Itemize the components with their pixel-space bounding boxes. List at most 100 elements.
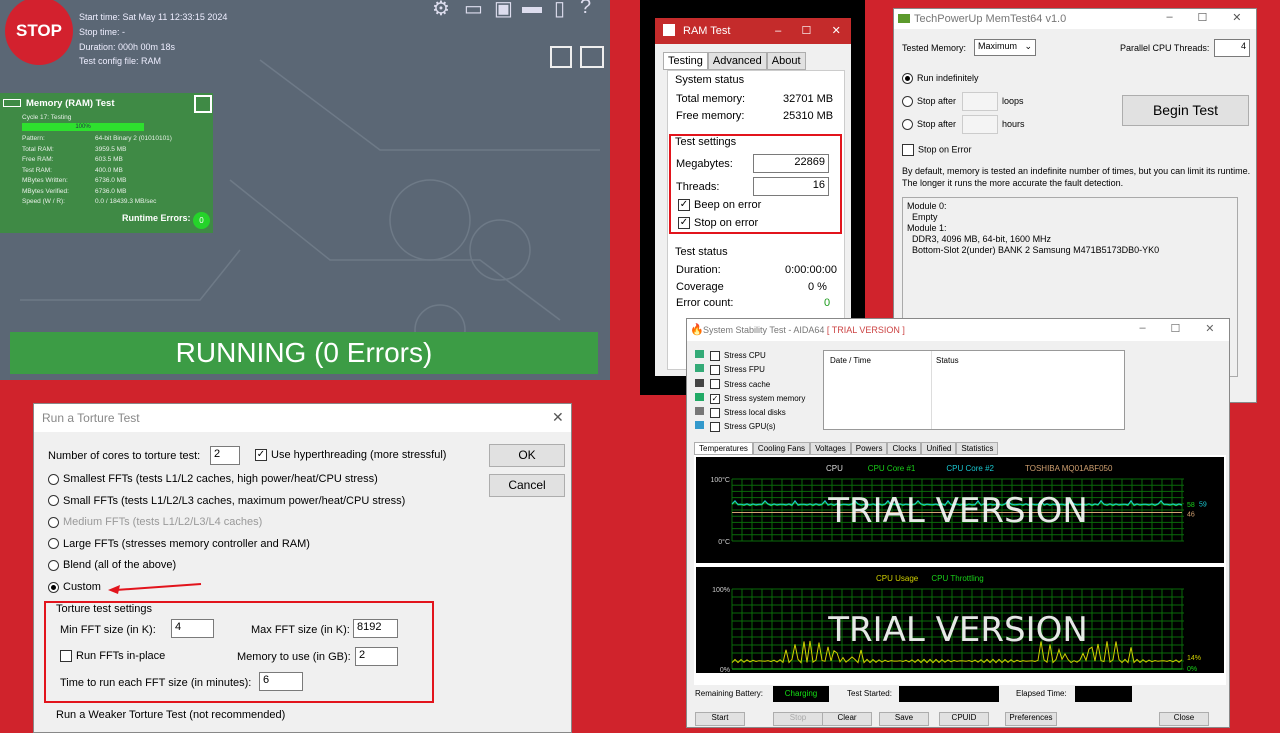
cpuid-button[interactable]: CPUID: [939, 712, 989, 726]
trial-watermark: TRIAL VERSION: [827, 491, 1088, 531]
minimize-icon[interactable]: –: [1166, 11, 1172, 24]
stat-value: 64-bit Binary 2 (01010101): [95, 135, 172, 142]
minimize-icon[interactable]: –: [775, 18, 781, 44]
stress-option[interactable]: ✓ Stress system memory: [695, 392, 805, 407]
stop-on-error-checkbox[interactable]: ✓ Stop on error: [678, 217, 758, 230]
tab-unified[interactable]: Unified: [921, 442, 957, 455]
run-indefinitely-radio[interactable]: Run indefinitely: [902, 73, 979, 85]
loops-input[interactable]: [962, 92, 998, 111]
component-icon: [695, 407, 704, 416]
cancel-button[interactable]: Cancel: [489, 474, 565, 497]
popout-icon[interactable]: [194, 95, 212, 113]
close-icon[interactable]: ✕: [832, 18, 841, 44]
gear-icon[interactable]: ⚙: [432, 0, 450, 21]
tab-cooling-fans[interactable]: Cooling Fans: [752, 442, 811, 455]
tested-memory-select[interactable]: Maximum ⌄: [974, 39, 1036, 56]
save-icon[interactable]: ▣: [494, 0, 513, 21]
stress-option[interactable]: Stress CPU: [695, 350, 805, 364]
printer-icon[interactable]: ▬: [522, 0, 542, 19]
help-icon[interactable]: ?: [580, 0, 591, 19]
begin-test-button[interactable]: Begin Test: [1122, 95, 1249, 126]
running-status: RUNNING (0 Errors): [10, 332, 598, 374]
save-button[interactable]: Save: [879, 712, 929, 726]
monitor-icon[interactable]: ▭: [464, 0, 483, 21]
loops-label: loops: [1002, 96, 1024, 106]
tab-about[interactable]: About: [766, 52, 806, 70]
cores-input[interactable]: 2: [210, 446, 240, 465]
phone-icon[interactable]: ▯: [554, 0, 565, 21]
tab-clocks[interactable]: Clocks: [887, 442, 922, 455]
tab-advanced[interactable]: Advanced: [707, 52, 767, 70]
stop-button[interactable]: STOP: [5, 0, 73, 65]
hyperthreading-checkbox[interactable]: ✓ Use hyperthreading (more stressful): [255, 449, 446, 462]
beep-on-error-checkbox[interactable]: ✓ Beep on error: [678, 199, 762, 212]
coverage-label: Coverage: [676, 281, 724, 293]
megabytes-input[interactable]: 22869: [753, 154, 829, 173]
stop-after-loops-radio[interactable]: Stop after: [902, 96, 956, 108]
ok-button[interactable]: OK: [489, 444, 565, 467]
fft-option-radio[interactable]: Medium FFTs (tests L1/L2/L3/L4 caches): [48, 516, 262, 528]
battery-value: Charging: [773, 686, 829, 702]
duration-value: 0:00:00:00: [785, 264, 837, 276]
close-button[interactable]: Close: [1159, 712, 1209, 726]
temperature-chart: CPU CPU Core #1 CPU Core #2 TOSHIBA MQ01ABF…: [696, 457, 1224, 563]
stat-value: 3959.5 MB: [95, 145, 127, 153]
cycle-status: Cycle 17: Testing: [22, 114, 72, 121]
window-controls[interactable]: – ☐ ✕: [1154, 11, 1254, 24]
runtime-errors-label: Runtime Errors:: [122, 213, 191, 223]
current-value-label: 0%: [1187, 666, 1197, 673]
stress-option[interactable]: Stress local disks: [695, 407, 805, 421]
fft-option-radio[interactable]: Custom: [48, 581, 101, 593]
close-icon[interactable]: ✕: [1205, 322, 1214, 335]
max-fft-input[interactable]: 8192: [353, 619, 398, 638]
minimize-icon[interactable]: –: [1139, 322, 1145, 335]
y-tick-label: 0%: [720, 667, 730, 673]
stress-option[interactable]: Stress FPU: [695, 364, 805, 378]
time-input[interactable]: 6: [259, 672, 303, 691]
stop-on-error-checkbox[interactable]: Stop on Error: [902, 144, 972, 156]
start-button[interactable]: Start: [695, 712, 745, 726]
threads-input[interactable]: 4: [1214, 39, 1250, 57]
window-controls[interactable]: – ☐ ✕: [1127, 322, 1227, 335]
tab-powers[interactable]: Powers: [850, 442, 888, 455]
min-fft-input[interactable]: 4: [171, 619, 214, 638]
stat-label: MBytes Verified:: [22, 187, 69, 195]
preferences-button[interactable]: Preferences: [1005, 712, 1057, 726]
hci-memtest-panel: STOP Start time: Sat May 11 12:33:15 202…: [0, 0, 610, 380]
battery-label: Remaining Battery:: [695, 689, 764, 698]
tab-statistics[interactable]: Statistics: [956, 442, 999, 455]
close-icon[interactable]: ✕: [1232, 11, 1241, 24]
beep-label: Beep on error: [694, 199, 762, 211]
stat-value: 0.0 / 18439.3 MB/sec: [95, 198, 157, 205]
stress-option[interactable]: Stress GPU(s): [695, 421, 805, 435]
close-icon[interactable]: ✕: [552, 409, 564, 426]
column-date-time[interactable]: Date / Time: [830, 356, 871, 365]
tab-temperatures[interactable]: Temperatures: [694, 442, 753, 455]
tab-voltages[interactable]: Voltages: [810, 442, 851, 455]
windows-icon[interactable]: [550, 46, 572, 68]
stop-after-hours-radio[interactable]: Stop after: [902, 119, 956, 131]
maximize-icon[interactable]: ☐: [1171, 322, 1181, 335]
tab-testing[interactable]: Testing: [663, 52, 708, 70]
threads-input[interactable]: 16: [753, 177, 829, 196]
clear-button[interactable]: Clear: [822, 712, 872, 726]
stat-value: 400.0 MB: [95, 166, 123, 174]
memory-input[interactable]: 2: [355, 647, 398, 666]
column-status[interactable]: Status: [936, 356, 959, 365]
maximize-icon[interactable]: ☐: [802, 18, 812, 44]
fft-option-radio[interactable]: Large FFTs (stresses memory controller a…: [48, 538, 310, 550]
fft-option-radio[interactable]: Small FFTs (tests L1/L2/L3 caches, maxim…: [48, 495, 405, 507]
hours-input[interactable]: [962, 115, 998, 134]
component-icon: [695, 421, 704, 430]
y-tick-label: 100°C: [710, 476, 730, 484]
stat-label: Test RAM:: [22, 166, 52, 174]
memory-icon[interactable]: [580, 46, 604, 68]
stat-label: MBytes Written:: [22, 177, 68, 184]
fft-option-radio[interactable]: Smallest FFTs (tests L1/L2 caches, high …: [48, 473, 378, 485]
run-in-place-checkbox[interactable]: Run FFTs in-place: [60, 650, 165, 663]
test-started-label: Test Started:: [847, 689, 892, 698]
fft-option-radio[interactable]: Blend (all of the above): [48, 559, 176, 571]
maximize-icon[interactable]: ☐: [1198, 11, 1208, 24]
stress-option[interactable]: Stress cache: [695, 378, 805, 393]
window-controls[interactable]: – ☐ ✕: [765, 18, 851, 44]
